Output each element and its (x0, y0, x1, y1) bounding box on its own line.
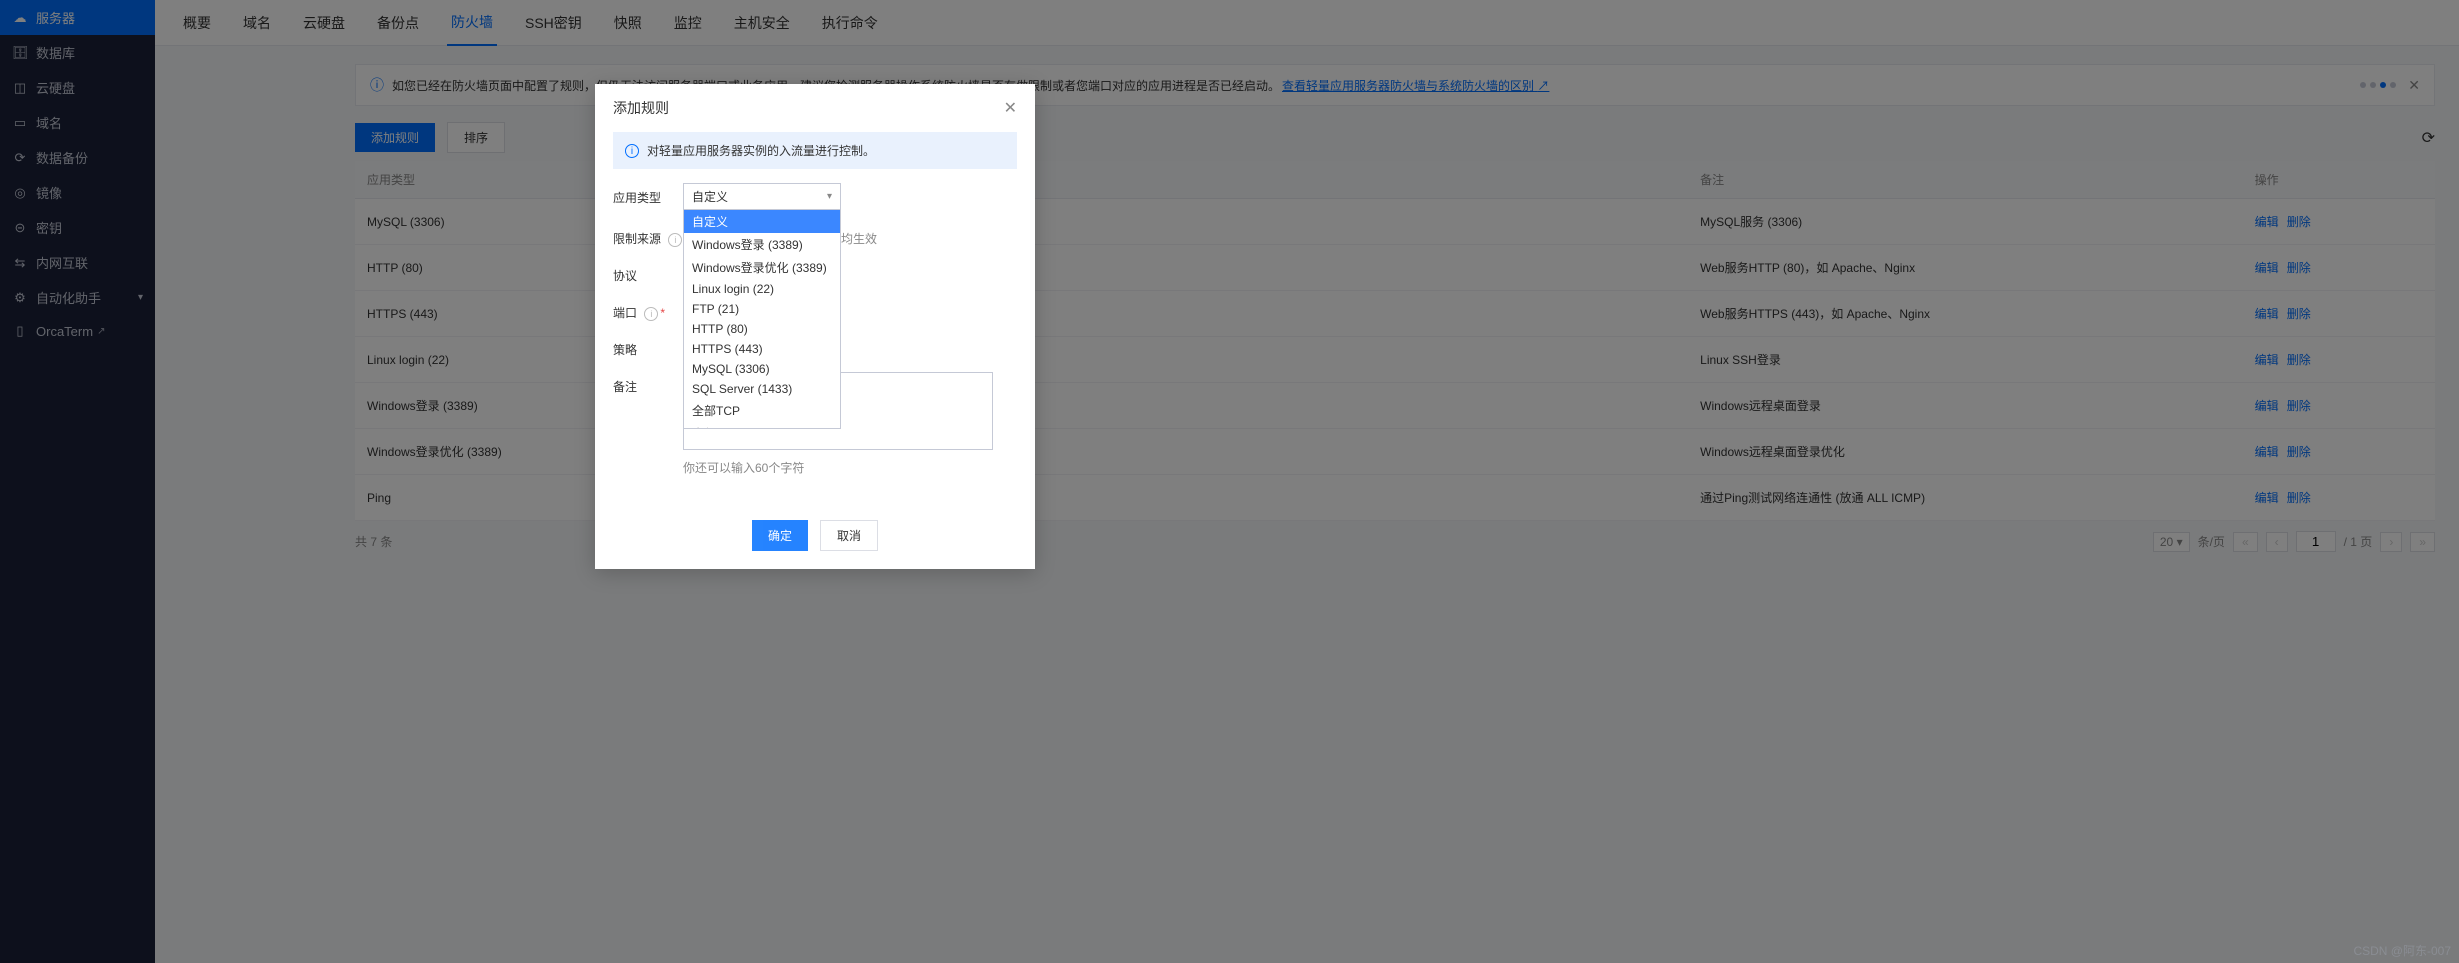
dropdown-option[interactable]: Windows登录优化 (3389) (684, 256, 840, 279)
dropdown-option[interactable]: MySQL (3306) (684, 359, 840, 379)
dropdown-option[interactable]: 自定义 (684, 210, 840, 233)
dropdown-option[interactable]: Linux login (22) (684, 279, 840, 299)
label-note: 备注 (613, 372, 683, 395)
label-app-type: 应用类型 (613, 183, 683, 206)
app-type-select[interactable]: 自定义 ▾ (683, 183, 841, 210)
add-rule-modal: 添加规则 ✕ i 对轻量应用服务器实例的入流量进行控制。 应用类型 自定义 ▾ … (595, 84, 1035, 569)
ok-button[interactable]: 确定 (752, 520, 808, 551)
modal-header: 添加规则 ✕ (595, 84, 1035, 132)
modal-title: 添加规则 (613, 98, 669, 118)
app-type-select-wrap: 自定义 ▾ 自定义Windows登录 (3389)Windows登录优化 (33… (683, 183, 841, 210)
dropdown-option[interactable]: 全部UDP (684, 422, 840, 429)
char-hint: 你还可以输入60个字符 (683, 459, 993, 476)
dropdown-option[interactable]: Windows登录 (3389) (684, 233, 840, 256)
row-app-type: 应用类型 自定义 ▾ 自定义Windows登录 (3389)Windows登录优… (613, 183, 1017, 210)
dropdown-option[interactable]: HTTP (80) (684, 319, 840, 339)
dropdown-option[interactable]: 全部TCP (684, 399, 840, 422)
help-icon[interactable]: i (668, 233, 682, 247)
modal-overlay[interactable] (0, 0, 2459, 963)
modal-tip-text: 对轻量应用服务器实例的入流量进行控制。 (647, 142, 875, 159)
dropdown-option[interactable]: FTP (21) (684, 299, 840, 319)
dropdown-option[interactable]: SQL Server (1433) (684, 379, 840, 399)
modal-body: 应用类型 自定义 ▾ 自定义Windows登录 (3389)Windows登录优… (595, 183, 1035, 506)
label-source: 限制来源 i (613, 224, 683, 247)
select-value: 自定义 (692, 188, 728, 205)
cancel-button[interactable]: 取消 (820, 520, 878, 551)
app-type-dropdown: 自定义Windows登录 (3389)Windows登录优化 (3389)Lin… (683, 209, 841, 429)
close-icon[interactable]: ✕ (1004, 98, 1017, 118)
chevron-down-icon: ▾ (827, 191, 832, 202)
modal-tip: i 对轻量应用服务器实例的入流量进行控制。 (613, 132, 1017, 169)
modal-footer: 确定 取消 (595, 506, 1035, 569)
help-icon[interactable]: i (644, 307, 658, 321)
info-icon: i (625, 144, 639, 158)
label-port: 端口 i* (613, 298, 683, 321)
label-policy: 策略 (613, 335, 683, 358)
dropdown-option[interactable]: HTTPS (443) (684, 339, 840, 359)
label-protocol: 协议 (613, 261, 683, 284)
attribution: CSDN @阿东-007 (2353, 942, 2451, 959)
